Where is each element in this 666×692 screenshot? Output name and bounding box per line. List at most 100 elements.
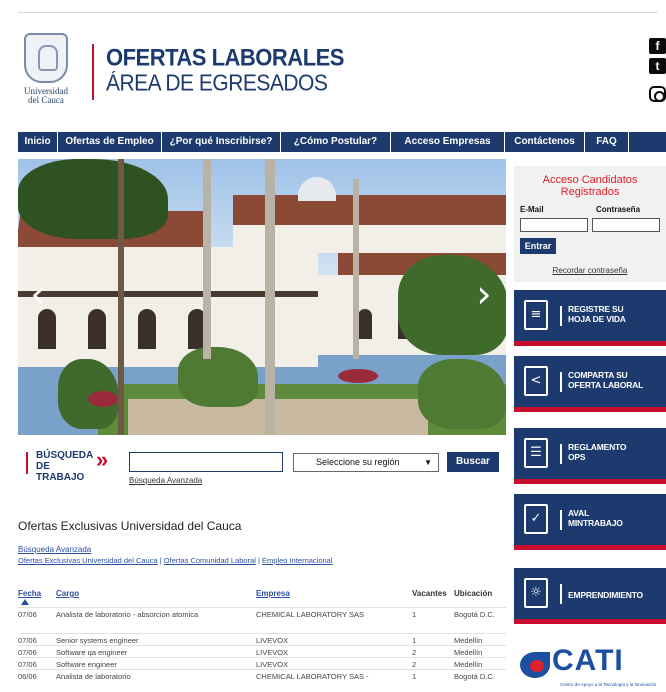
table-row[interactable]: 07/06 Analista de laboratorio - absorcio… [18,607,506,621]
table-row[interactable]: 07/06 Software qa engineer LIVEVOX 2 Med… [18,645,506,657]
nav-item-ofertas[interactable]: Ofertas de Empleo [58,132,162,152]
banner-line-1: REGLAMENTO [568,442,627,452]
cell-role: Analista de laboratorio - absorcion atom… [56,610,199,619]
cell-role: Software qa engineer [56,648,128,657]
cati-logo[interactable]: CATI Centro de Apoyo a la Tecnología y l… [520,640,666,692]
search-input[interactable] [129,452,283,472]
carousel-prev-button[interactable]: ‹ [26,274,50,314]
nav-item-como-postular[interactable]: ¿Cómo Postular? [281,132,391,152]
cell-location: Medellín [454,660,483,669]
cell-date: 07/06 [18,660,37,669]
offers-advanced-search-link[interactable]: Búsqueda Avanzada [18,545,91,554]
link-community-offers[interactable]: Ofertas Comunidad Laboral [164,556,256,565]
search-button[interactable]: Buscar [447,452,499,472]
nav-item-por-que[interactable]: ¿Por qué Inscribirse? [162,132,281,152]
column-header-location: Ubicación [454,589,493,598]
cell-vacancies: 1 [412,672,417,681]
email-label: E-Mail [520,205,544,214]
table-row[interactable]: 06/06 Analista de laboratorio CHEMICAL L… [18,669,506,681]
forgot-password-link[interactable]: Recordar contraseña [514,266,666,275]
regulation-banner[interactable]: ☰ REGLAMENTO OPS [514,428,666,484]
offer-category-links: Ofertas Exclusivas Universidad del Cauca… [18,556,333,565]
instagram-icon[interactable] [649,86,666,102]
facebook-icon[interactable]: f [649,38,666,54]
cell-date: 07/06 [18,636,37,645]
arch [138,309,156,349]
page-subtitle: ÁREA DE EGRESADOS [106,71,328,96]
cati-subtitle: Centro de Apoyo a la Tecnología y la Inn… [560,682,657,687]
top-divider [18,12,658,13]
banner-divider [560,306,562,326]
column-header-company[interactable]: Empresa [256,589,290,598]
password-field[interactable] [592,218,660,232]
search-label: BÚSQUEDA DE TRABAJO [36,450,100,483]
offers-title: Ofertas Exclusivas Universidad del Cauca [18,519,242,533]
column-header-vacancies: Vacantes [412,589,447,598]
arch [358,309,372,339]
login-button[interactable]: Entrar [520,238,556,254]
logo-text: Universidad del Cauca [18,87,74,105]
cell-vacancies: 2 [412,660,417,669]
cell-date: 07/06 [18,610,37,619]
double-chevron-icon: » [96,447,109,472]
banner-line-1: REGISTRE SU [568,304,624,314]
banner-line-2: HOJA DE VIDA [568,314,626,324]
register-cv-banner[interactable]: ≡ REGISTRE SU HOJA DE VIDA [514,290,666,346]
entrepreneurship-banner[interactable]: ☼ EMPRENDIMIENTO [514,568,666,624]
login-box: Acceso Candidatos Registrados E-Mail Con… [514,166,666,282]
cell-location: Medellín [454,648,483,657]
advanced-search-link[interactable]: Búsqueda Avanzada [129,476,202,485]
share-offer-banner[interactable]: < COMPARTA SU OFERTA LABORAL [514,356,666,412]
table-row[interactable]: 07/06 Software engineer LIVEVOX 2 Medell… [18,657,506,669]
header-divider [92,44,94,100]
tree-canopy [18,159,168,239]
column-header-date[interactable]: Fecha [18,589,41,598]
mintrabajo-banner[interactable]: ✓ AVAL MINTRABAJO [514,494,666,550]
nav-item-contactenos[interactable]: Contáctenos [505,132,585,152]
column-header-role[interactable]: Cargo [56,589,79,598]
table-row[interactable]: 07/06 Senior systems engineer LIVEVOX 1 … [18,633,506,645]
carousel-next-button[interactable]: › [472,274,496,314]
cell-location: Medellín [454,636,483,645]
university-logo[interactable]: Universidad del Cauca [18,33,74,113]
banner-label: COMPARTA SU OFERTA LABORAL [568,370,664,390]
cell-company: LIVEVOX [256,636,289,645]
banner-divider [560,510,562,530]
search-label-line-2: TRABAJO [36,472,85,483]
twitter-icon[interactable]: t [649,58,666,74]
banner-line-2: OPS [568,452,586,462]
bush [178,347,258,407]
nav-item-acceso-empresas[interactable]: Acceso Empresas [391,132,505,152]
nav-item-inicio[interactable]: Inicio [18,132,58,152]
palm-trunk [265,159,275,435]
cell-role: Senior systems engineer [56,636,139,645]
page-title: OFERTAS LABORALES [106,43,344,71]
checklist-icon: ☰ [524,438,548,468]
checkmark-icon: ✓ [524,504,548,534]
banner-label: EMPRENDIMIENTO [568,590,664,600]
cell-location: Bogotá D.C. [454,610,495,619]
cell-vacancies: 1 [412,610,417,619]
password-label: Contraseña [596,205,641,214]
palm-trunk [203,159,211,359]
flowers [88,391,118,407]
region-select-value: Seleccione su región [316,457,400,467]
email-field[interactable] [520,218,588,232]
image-carousel[interactable]: ‹ › [18,159,506,435]
banner-divider [560,444,562,464]
banner-divider [560,584,562,604]
link-international[interactable]: Empleo Internacional [262,556,332,565]
cell-location: Bogotá D.C. [454,672,495,681]
cell-role: Software engineer [56,660,117,669]
link-exclusive-offers[interactable]: Ofertas Exclusivas Universidad del Cauca [18,556,158,565]
search-label-line-1: BÚSQUEDA DE [36,450,93,472]
login-title: Acceso Candidatos Registrados [514,174,666,198]
main-nav: Inicio Ofertas de Empleo ¿Por qué Inscri… [18,132,666,152]
cell-date: 06/06 [18,672,37,681]
sort-ascending-icon[interactable] [21,599,29,605]
region-select[interactable]: Seleccione su región ▼ [293,453,439,472]
banner-divider [560,372,562,392]
banner-label: REGLAMENTO OPS [568,442,664,462]
banner-line-1: AVAL [568,508,590,518]
nav-item-faq[interactable]: FAQ [585,132,629,152]
